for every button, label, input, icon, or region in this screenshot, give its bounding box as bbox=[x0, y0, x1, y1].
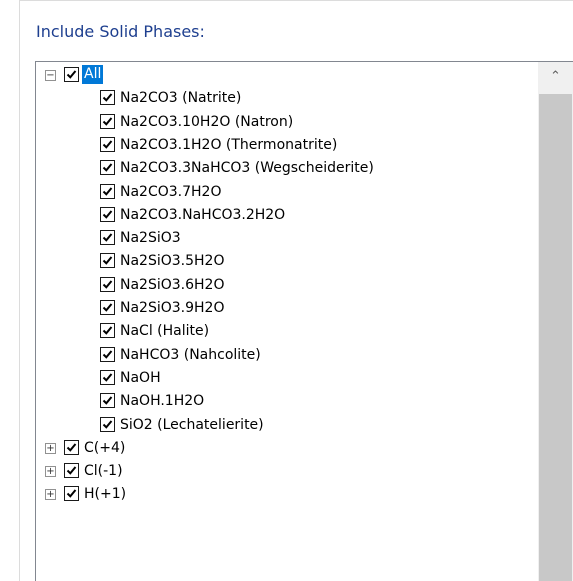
tree-node-phase[interactable]: NaHCO3 (Nahcolite) bbox=[36, 344, 526, 366]
tree-node-label: Na2CO3.10H2O (Natron) bbox=[120, 113, 294, 130]
tree-node-label: Na2SiO3 bbox=[120, 230, 181, 247]
tree-node-label: Na2CO3.1H2O (Thermonatrite) bbox=[120, 136, 338, 153]
checkbox[interactable] bbox=[100, 90, 115, 106]
group-title: Include Solid Phases: bbox=[36, 22, 205, 41]
checkbox[interactable] bbox=[100, 183, 115, 199]
tree-node-group[interactable]: + Cl(-1) bbox=[36, 460, 526, 482]
tree-node-phase[interactable]: Na2CO3 (Natrite) bbox=[36, 87, 526, 109]
checkbox[interactable] bbox=[100, 206, 115, 222]
tree-node-all[interactable]: − All bbox=[36, 64, 526, 86]
checkbox[interactable] bbox=[100, 230, 115, 246]
solid-phases-tree[interactable]: ⌃ − All Na2CO3 (Natrite) Na2CO3.10H2O (Natr… bbox=[35, 61, 573, 581]
checkbox[interactable] bbox=[100, 160, 115, 176]
checkbox[interactable] bbox=[100, 113, 115, 129]
tree-node-label: Na2SiO3.6H2O bbox=[120, 276, 225, 293]
checkbox[interactable] bbox=[64, 67, 79, 82]
tree-node-group[interactable]: + C(+4) bbox=[36, 437, 526, 459]
tree-node-label: Na2SiO3.9H2O bbox=[120, 300, 225, 316]
tree-node-phase[interactable]: Na2SiO3.5H2O bbox=[36, 250, 526, 272]
tree-node-phase[interactable]: Na2CO3.7H2O bbox=[36, 181, 526, 203]
tree-node-phase[interactable]: NaCl (Halite) bbox=[36, 320, 526, 342]
tree-node-phase[interactable]: SiO2 (Lechatelierite) bbox=[36, 414, 526, 436]
checkbox[interactable] bbox=[100, 393, 115, 409]
tree-node-phase[interactable]: NaOH bbox=[36, 367, 526, 389]
tree-node-phase[interactable]: Na2SiO3.6H2O bbox=[36, 274, 526, 296]
chevron-up-icon: ⌃ bbox=[550, 69, 561, 84]
checkbox[interactable] bbox=[100, 136, 115, 152]
tree-node-label: Cl(-1) bbox=[84, 463, 123, 480]
tree-node-label: Na2CO3.7H2O bbox=[120, 183, 222, 200]
tree-node-label: Na2CO3 (Natrite) bbox=[120, 90, 242, 107]
tree-node-label: NaOH.1H2O bbox=[120, 393, 205, 410]
tree-node-label: NaHCO3 (Nahcolite) bbox=[120, 346, 261, 363]
tree-node-phase[interactable]: Na2CO3.NaHCO3.2H2O bbox=[36, 204, 526, 226]
plus-box-icon[interactable]: + bbox=[45, 466, 56, 478]
tree-node-phase[interactable]: Na2CO3.1H2O (Thermonatrite) bbox=[36, 134, 526, 156]
tree-node-phase[interactable]: Na2CO3.3NaHCO3 (Wegscheiderite) bbox=[36, 157, 526, 179]
checkbox[interactable] bbox=[64, 486, 79, 502]
tree-node-label: NaCl (Halite) bbox=[120, 323, 210, 340]
plus-box-icon[interactable]: + bbox=[45, 489, 56, 501]
checkbox[interactable] bbox=[64, 463, 79, 479]
checkbox[interactable] bbox=[100, 369, 115, 385]
tree-node-group[interactable]: + H(+1) bbox=[36, 483, 526, 505]
tree-node-phase[interactable]: Na2SiO3 bbox=[36, 227, 526, 249]
checkbox[interactable] bbox=[64, 439, 79, 455]
tree-node-label: SiO2 (Lechatelierite) bbox=[120, 416, 264, 433]
checkbox[interactable] bbox=[100, 323, 115, 339]
checkbox[interactable] bbox=[100, 416, 115, 432]
scrollbar-thumb[interactable] bbox=[539, 94, 572, 581]
tree-node-label: Na2SiO3.5H2O bbox=[120, 253, 225, 270]
vertical-scrollbar[interactable]: ⌃ bbox=[538, 62, 573, 581]
minus-box-icon[interactable]: − bbox=[45, 70, 56, 81]
tree-node-label: C(+4) bbox=[84, 439, 126, 456]
checkbox[interactable] bbox=[100, 276, 115, 292]
tree-node-label: Na2CO3.3NaHCO3 (Wegscheiderite) bbox=[120, 160, 374, 177]
checkbox[interactable] bbox=[100, 300, 115, 315]
tree-node-label: H(+1) bbox=[84, 486, 127, 503]
scroll-up-button[interactable]: ⌃ bbox=[538, 62, 573, 92]
tree-node-label: Na2CO3.NaHCO3.2H2O bbox=[120, 206, 286, 223]
tree-node-phase[interactable]: Na2SiO3.9H2O bbox=[36, 297, 526, 319]
tree-node-phase[interactable]: Na2CO3.10H2O (Natron) bbox=[36, 111, 526, 133]
tree-node-label: All bbox=[82, 65, 104, 84]
tree-node-label: NaOH bbox=[120, 369, 161, 386]
checkbox[interactable] bbox=[100, 253, 115, 269]
plus-box-icon[interactable]: + bbox=[45, 442, 56, 454]
tree-node-phase[interactable]: NaOH.1H2O bbox=[36, 390, 526, 412]
checkbox[interactable] bbox=[100, 346, 115, 362]
